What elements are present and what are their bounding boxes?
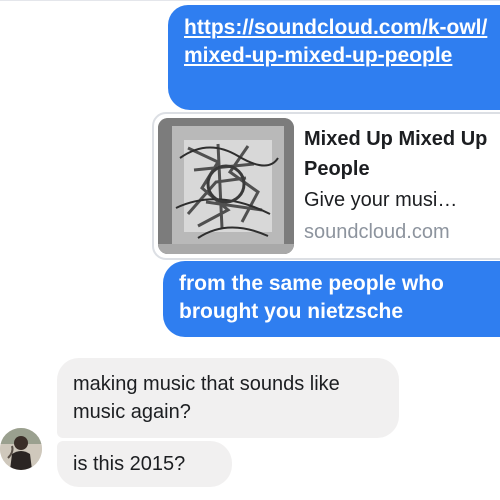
shared-link[interactable]: https://soundcloud.com/k-owl/mixed-up-mi… (184, 14, 496, 70)
incoming-message-bubble[interactable]: is this 2015? (57, 441, 232, 487)
contact-avatar[interactable] (0, 428, 42, 470)
incoming-message-bubble[interactable]: making music that sounds like music agai… (57, 358, 399, 438)
header-divider (0, 0, 500, 1)
preview-domain: soundcloud.com (304, 221, 450, 243)
preview-description: Give your musi… (304, 189, 458, 211)
outgoing-message-text: from the same people who brought you nie… (179, 272, 444, 323)
link-preview-card[interactable]: Mixed Up Mixed Up People Give your musi…… (152, 112, 500, 260)
outgoing-message-bubble[interactable]: from the same people who brought you nie… (163, 261, 500, 337)
outgoing-link-bubble[interactable]: https://soundcloud.com/k-owl/mixed-up-mi… (168, 5, 500, 110)
incoming-message-text: making music that sounds like music agai… (73, 373, 340, 423)
incoming-message-text: is this 2015? (73, 453, 186, 475)
album-art-thumbnail[interactable] (158, 118, 294, 254)
preview-title[interactable]: Mixed Up Mixed Up People (304, 124, 500, 184)
